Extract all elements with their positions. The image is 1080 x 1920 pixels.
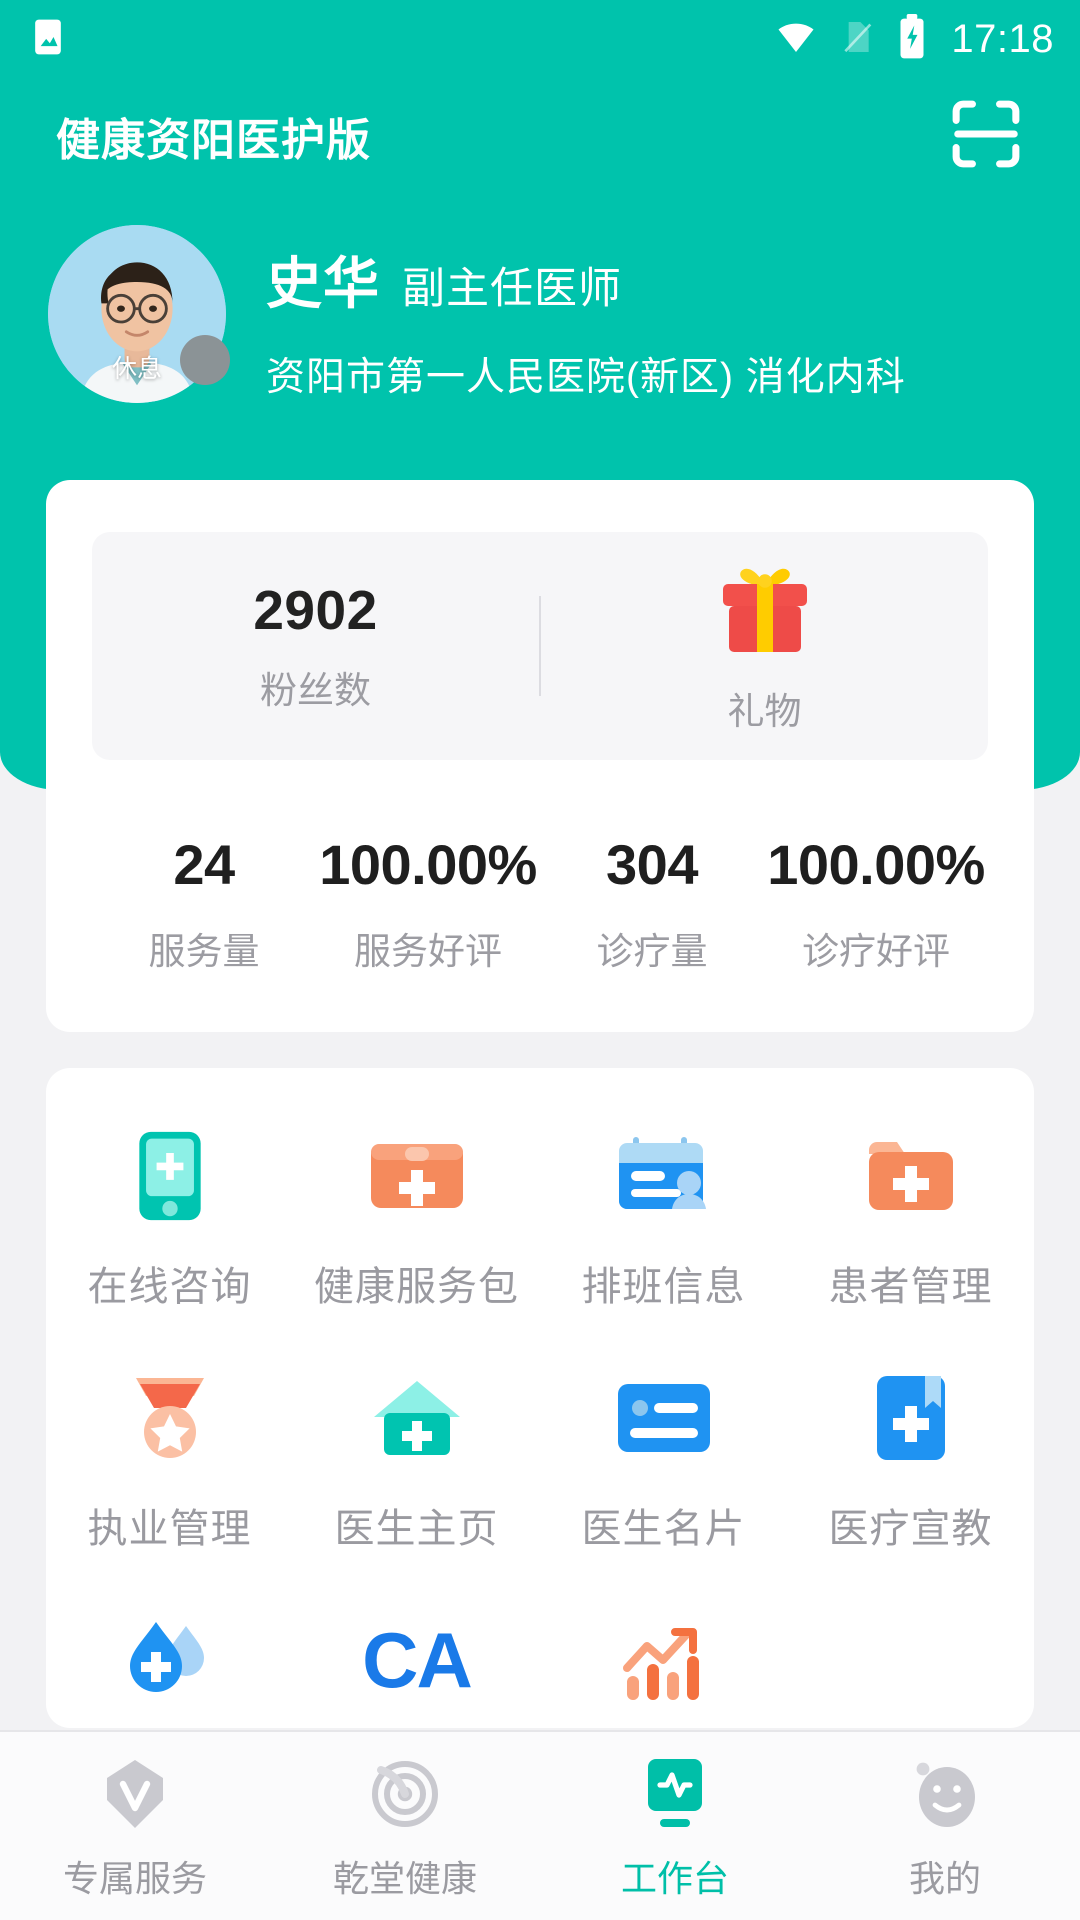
status-bar: 17:18	[0, 0, 1080, 78]
gift-cell[interactable]: 礼物	[541, 558, 988, 735]
scan-icon[interactable]	[948, 96, 1024, 177]
clinic-home-icon	[365, 1366, 469, 1470]
grid-item-schedule[interactable]: 排班信息	[540, 1124, 787, 1312]
empty-icon	[859, 1608, 963, 1712]
doctor-title: 副主任医师	[402, 265, 622, 313]
blood-drop-icon	[118, 1608, 222, 1712]
spiral-icon	[367, 1756, 443, 1832]
tab-mine[interactable]: 我的	[810, 1750, 1080, 1902]
grid-item-practice-management[interactable]: 执业管理	[46, 1366, 293, 1554]
no-sim-icon	[837, 15, 877, 64]
tab-exclusive-service[interactable]: 专属服务	[0, 1750, 270, 1902]
metric-value: 100.00%	[767, 833, 985, 896]
metric-label: 诊疗量	[596, 931, 708, 972]
medal-icon	[118, 1366, 222, 1470]
app-bar: 健康资阳医护版	[0, 78, 1080, 194]
chart-growth-icon	[612, 1608, 716, 1712]
grid-item-label: 健康服务包	[314, 1265, 519, 1309]
grid-item-health-package[interactable]: 健康服务包	[293, 1124, 540, 1312]
folder-plus-icon	[859, 1124, 963, 1228]
status-dot-icon[interactable]	[180, 335, 230, 385]
phone-plus-icon	[118, 1124, 222, 1228]
bottom-navigation: 专属服务 乾堂健康 工作台 我的	[0, 1730, 1080, 1920]
grid-item-online-consult[interactable]: 在线咨询	[46, 1124, 293, 1312]
gift-label: 礼物	[727, 690, 802, 732]
stats-card: 2902 粉丝数 礼物 24 服务量 100.00% 服务好评 304 诊疗量 …	[46, 480, 1034, 1032]
status-bar-time: 17:18	[951, 17, 1054, 61]
metrics-row: 24 服务量 100.00% 服务好评 304 诊疗量 100.00% 诊疗好评	[92, 760, 988, 975]
metric-service-rating[interactable]: 100.00% 服务好评	[316, 832, 540, 975]
gift-icon	[713, 558, 817, 663]
diamond-v-icon	[97, 1756, 173, 1832]
app-grid-card: 在线咨询 健康服务包 排班信息 患者管理 执业管理 医生主页 医生名片 医疗宣教…	[46, 1068, 1034, 1728]
face-icon	[907, 1756, 983, 1832]
tab-label: 工作台	[620, 1858, 729, 1899]
schedule-card-icon	[612, 1124, 716, 1228]
grid-item-blood-drop[interactable]	[46, 1608, 293, 1728]
grid-item-label: 医生名片	[581, 1507, 746, 1551]
tab-label: 专属服务	[62, 1858, 207, 1899]
doctor-name: 史华	[266, 252, 380, 315]
grid-item-ca[interactable]: CA	[293, 1608, 540, 1728]
grid-item-label: 患者管理	[828, 1265, 993, 1309]
ca-icon: CA	[362, 1608, 473, 1712]
medical-kit-icon	[365, 1124, 469, 1228]
battery-charging-icon	[895, 13, 929, 65]
doctor-profile[interactable]: 休息 史华 副主任医师 资阳市第一人民医院(新区) 消化内科	[0, 225, 1080, 403]
metric-value: 100.00%	[319, 833, 537, 896]
tab-workbench[interactable]: 工作台	[540, 1750, 810, 1902]
fans-cell[interactable]: 2902 粉丝数	[92, 578, 539, 714]
fans-label: 粉丝数	[260, 670, 371, 711]
metric-label: 诊疗好评	[802, 931, 950, 972]
app-title: 健康资阳医护版	[56, 116, 371, 165]
grid-item-empty	[787, 1608, 1034, 1728]
grid-item-doctor-homepage[interactable]: 医生主页	[293, 1366, 540, 1554]
grid-item-label: 医生主页	[334, 1507, 499, 1551]
metric-treatment-rating[interactable]: 100.00% 诊疗好评	[764, 832, 988, 975]
grid-item-patient-management[interactable]: 患者管理	[787, 1124, 1034, 1312]
metric-service-count[interactable]: 24 服务量	[92, 832, 316, 975]
metric-value: 304	[606, 833, 698, 896]
grid-item-label: 医疗宣教	[828, 1507, 993, 1551]
image-icon	[26, 15, 70, 64]
tab-label: 我的	[908, 1858, 981, 1899]
monitor-pulse-icon	[637, 1756, 713, 1832]
metric-value: 24	[173, 833, 235, 896]
ca-label: CA	[362, 1616, 473, 1704]
metric-treatment-count[interactable]: 304 诊疗量	[540, 832, 764, 975]
grid-item-label: 在线咨询	[87, 1265, 252, 1309]
grid-item-label: 排班信息	[581, 1265, 746, 1309]
metric-label: 服务量	[148, 931, 260, 972]
grid-item-medical-education[interactable]: 医疗宣教	[787, 1366, 1034, 1554]
app-grid: 在线咨询 健康服务包 排班信息 患者管理 执业管理 医生主页 医生名片 医疗宣教…	[46, 1124, 1034, 1728]
grid-item-label: 执业管理	[87, 1507, 252, 1551]
grid-item-doctor-card[interactable]: 医生名片	[540, 1366, 787, 1554]
fans-gift-box: 2902 粉丝数 礼物	[92, 532, 988, 760]
doctor-organization: 资阳市第一人民医院(新区) 消化内科	[266, 356, 906, 399]
book-plus-icon	[859, 1366, 963, 1470]
tab-qiantang-health[interactable]: 乾堂健康	[270, 1750, 540, 1902]
grid-item-statistics[interactable]	[540, 1608, 787, 1728]
avatar[interactable]: 休息	[48, 225, 230, 403]
fans-count: 2902	[253, 579, 378, 641]
metric-label: 服务好评	[354, 931, 502, 972]
tab-label: 乾堂健康	[332, 1858, 477, 1899]
wifi-icon	[773, 17, 819, 62]
name-card-icon	[612, 1366, 716, 1470]
